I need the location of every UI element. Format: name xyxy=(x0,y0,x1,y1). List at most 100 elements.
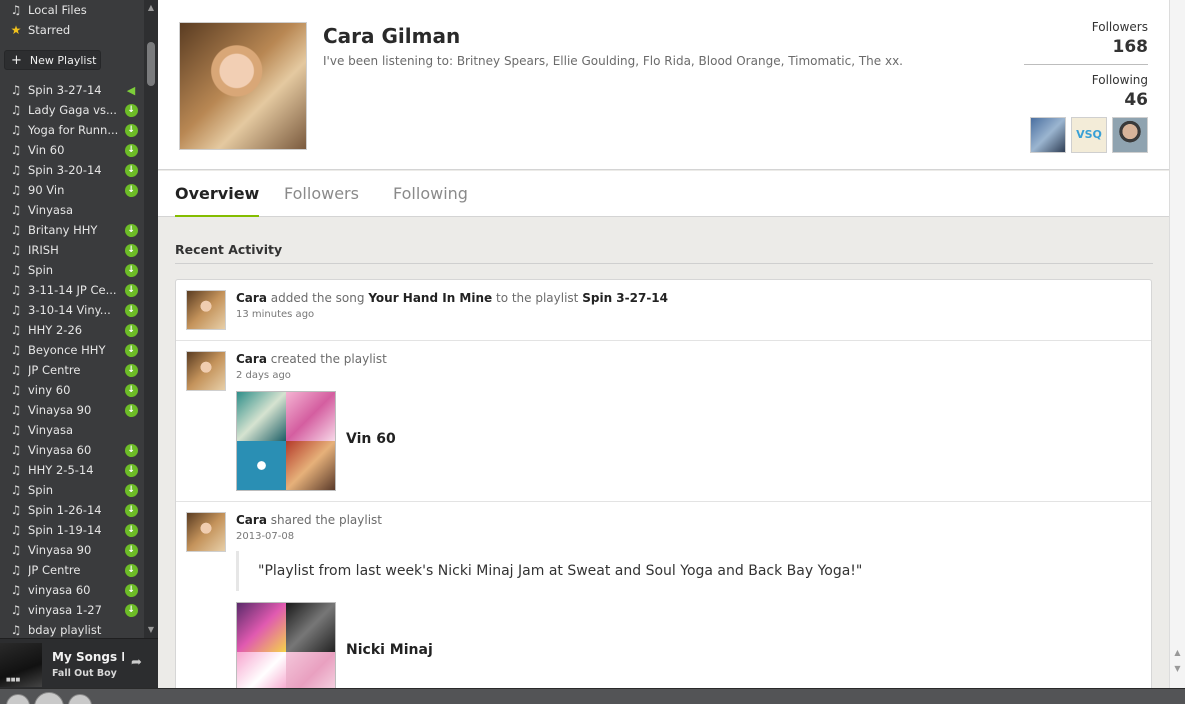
following-avatar[interactable]: VSQ xyxy=(1071,117,1107,153)
sidebar-item-playlist[interactable]: ♫ Spin ↓ xyxy=(0,480,144,500)
scroll-up-icon[interactable]: ▲ xyxy=(1170,648,1185,657)
download-icon: ↓ xyxy=(124,323,138,337)
playlist-label: IRISH xyxy=(28,243,59,257)
music-note-icon: ♫ xyxy=(10,283,22,297)
sidebar-item-playlist[interactable]: ♫ HHY 2-5-14 ↓ xyxy=(0,460,144,480)
playlist-label: Spin 3-20-14 xyxy=(28,163,102,177)
sidebar-item-local-files[interactable]: ♫ Local Files xyxy=(0,0,144,20)
following-avatar[interactable] xyxy=(1112,117,1148,153)
listening-summary: I've been listening to: Britney Spears, … xyxy=(323,54,903,68)
download-icon: ↓ xyxy=(124,163,138,177)
activity-song[interactable]: Your Hand In Mine xyxy=(368,291,492,305)
playlist-name[interactable]: Nicki Minaj xyxy=(346,642,433,658)
avatar[interactable] xyxy=(186,351,226,391)
sidebar-item-playlist[interactable]: ♫ Lady Gaga vs... ↓ xyxy=(0,100,144,120)
playlist-status: ↓ xyxy=(123,323,139,337)
avatar[interactable] xyxy=(186,290,226,330)
activity-user[interactable]: Cara xyxy=(236,352,267,366)
playlist-label: Beyonce HHY xyxy=(28,343,106,357)
following-count[interactable]: 46 xyxy=(1124,90,1148,110)
scroll-down-icon[interactable]: ▼ xyxy=(1170,664,1185,673)
following-label[interactable]: Following xyxy=(1092,73,1148,87)
share-icon[interactable]: ➦ xyxy=(131,655,142,670)
music-note-icon: ♫ xyxy=(10,323,22,337)
sidebar-item-playlist[interactable]: ♫ Spin 3-20-14 ↓ xyxy=(0,160,144,180)
playlist-cover[interactable] xyxy=(236,602,336,688)
avatar[interactable] xyxy=(186,512,226,552)
activity-playlist[interactable]: Spin 3-27-14 xyxy=(582,291,668,305)
main-scrollbar[interactable]: ▲ ▼ xyxy=(1169,0,1185,688)
followers-label[interactable]: Followers xyxy=(1092,20,1148,34)
profile-header: Cara Gilman I've been listening to: Brit… xyxy=(158,0,1169,170)
followers-count[interactable]: 168 xyxy=(1113,37,1149,57)
sidebar-item-playlist[interactable]: ♫ Spin 1-26-14 ↓ xyxy=(0,500,144,520)
activity-user[interactable]: Cara xyxy=(236,513,267,527)
following-avatar[interactable] xyxy=(1030,117,1066,153)
sidebar-item-playlist[interactable]: ♫ viny 60 ↓ xyxy=(0,380,144,400)
download-icon: ↓ xyxy=(124,243,138,257)
album-art[interactable]: ■■■ xyxy=(0,643,42,687)
section-title: Recent Activity xyxy=(175,242,283,257)
sidebar-item-playlist[interactable]: ♫ Vinyasa xyxy=(0,200,144,220)
activity-text: Cara created the playlist xyxy=(236,352,387,366)
sidebar-item-label: Local Files xyxy=(28,3,87,17)
sidebar-item-playlist[interactable]: ♫ IRISH ↓ xyxy=(0,240,144,260)
now-playing-artist[interactable]: Fall Out Boy xyxy=(52,668,117,679)
sidebar-scrollbar[interactable]: ▲ ▼ xyxy=(144,0,158,638)
download-icon: ↓ xyxy=(124,443,138,457)
sidebar-item-playlist[interactable]: ♫ Spin ↓ xyxy=(0,260,144,280)
playlist-label: Vinyasa xyxy=(28,203,73,217)
new-playlist-button[interactable]: + New Playlist xyxy=(4,50,101,70)
playlist-status: ↓ xyxy=(123,223,139,237)
sidebar-item-playlist[interactable]: ♫ JP Centre ↓ xyxy=(0,560,144,580)
sidebar-item-playlist[interactable]: ♫ Yoga for Runn... ↓ xyxy=(0,120,144,140)
playlist-label: Spin xyxy=(28,263,54,277)
now-playing[interactable]: ■■■ My Songs K Fall Out Boy ➦ xyxy=(0,638,158,688)
sidebar-item-playlist[interactable]: ♫ 90 Vin ↓ xyxy=(0,180,144,200)
play-button[interactable] xyxy=(34,692,64,704)
tab-followers[interactable]: Followers xyxy=(284,184,359,215)
sidebar-item-playlist[interactable]: ♫ Vin 60 ↓ xyxy=(0,140,144,160)
download-icon: ↓ xyxy=(124,303,138,317)
sidebar-item-playlist[interactable]: ♫ Vinaysa 90 ↓ xyxy=(0,400,144,420)
music-note-icon: ♫ xyxy=(10,543,22,557)
scrollbar-thumb[interactable] xyxy=(147,42,155,86)
now-playing-title[interactable]: My Songs K xyxy=(52,650,124,664)
playlist-label: Vinyasa 90 xyxy=(28,543,92,557)
sidebar-item-starred[interactable]: ★ Starred xyxy=(0,20,144,40)
previous-button[interactable] xyxy=(6,694,30,704)
next-button[interactable] xyxy=(68,694,92,704)
tab-overview[interactable]: Overview xyxy=(175,184,260,217)
activity-action: added the song xyxy=(270,291,365,305)
sidebar-item-playlist[interactable]: ♫ JP Centre ↓ xyxy=(0,360,144,380)
sidebar-item-playlist[interactable]: ♫ Spin 3-27-14 ◀ xyxy=(0,80,144,100)
scroll-up-icon[interactable]: ▲ xyxy=(144,2,158,14)
sidebar-item-playlist[interactable]: ♫ 3-11-14 JP Ce... ↓ xyxy=(0,280,144,300)
sidebar-item-playlist[interactable]: ♫ 3-10-14 Viny... ↓ xyxy=(0,300,144,320)
download-icon: ↓ xyxy=(124,603,138,617)
scroll-down-icon[interactable]: ▼ xyxy=(144,624,158,636)
playlist-name[interactable]: Vin 60 xyxy=(346,431,396,447)
sidebar-item-playlist[interactable]: ♫ bday playlist xyxy=(0,620,144,638)
profile-name: Cara Gilman xyxy=(323,24,461,48)
playlist-label: Spin xyxy=(28,483,54,497)
playlist-status: ↓ xyxy=(123,283,139,297)
sidebar-item-playlist[interactable]: ♫ Vinyasa xyxy=(0,420,144,440)
sidebar-item-playlist[interactable]: ♫ Spin 1-19-14 ↓ xyxy=(0,520,144,540)
activity-time: 2013-07-08 xyxy=(236,531,295,542)
tab-following[interactable]: Following xyxy=(393,184,468,215)
sidebar-item-playlist[interactable]: ♫ Vinyasa 90 ↓ xyxy=(0,540,144,560)
sidebar-item-playlist[interactable]: ♫ Britany HHY ↓ xyxy=(0,220,144,240)
activity-user[interactable]: Cara xyxy=(236,291,267,305)
sidebar-item-playlist[interactable]: ♫ vinyasa 60 ↓ xyxy=(0,580,144,600)
sidebar-item-playlist[interactable]: ♫ vinyasa 1-27 ↓ xyxy=(0,600,144,620)
playlist-cover[interactable] xyxy=(236,391,336,491)
playlist-label: Vin 60 xyxy=(28,143,65,157)
download-icon: ↓ xyxy=(124,583,138,597)
sidebar-item-playlist[interactable]: ♫ Beyonce HHY ↓ xyxy=(0,340,144,360)
playlist-status: ↓ xyxy=(123,123,139,137)
profile-tabs: Overview Followers Following xyxy=(158,171,1169,217)
sidebar-item-playlist[interactable]: ♫ HHY 2-26 ↓ xyxy=(0,320,144,340)
sidebar-item-playlist[interactable]: ♫ Vinyasa 60 ↓ xyxy=(0,440,144,460)
activity-time: 2 days ago xyxy=(236,370,291,381)
